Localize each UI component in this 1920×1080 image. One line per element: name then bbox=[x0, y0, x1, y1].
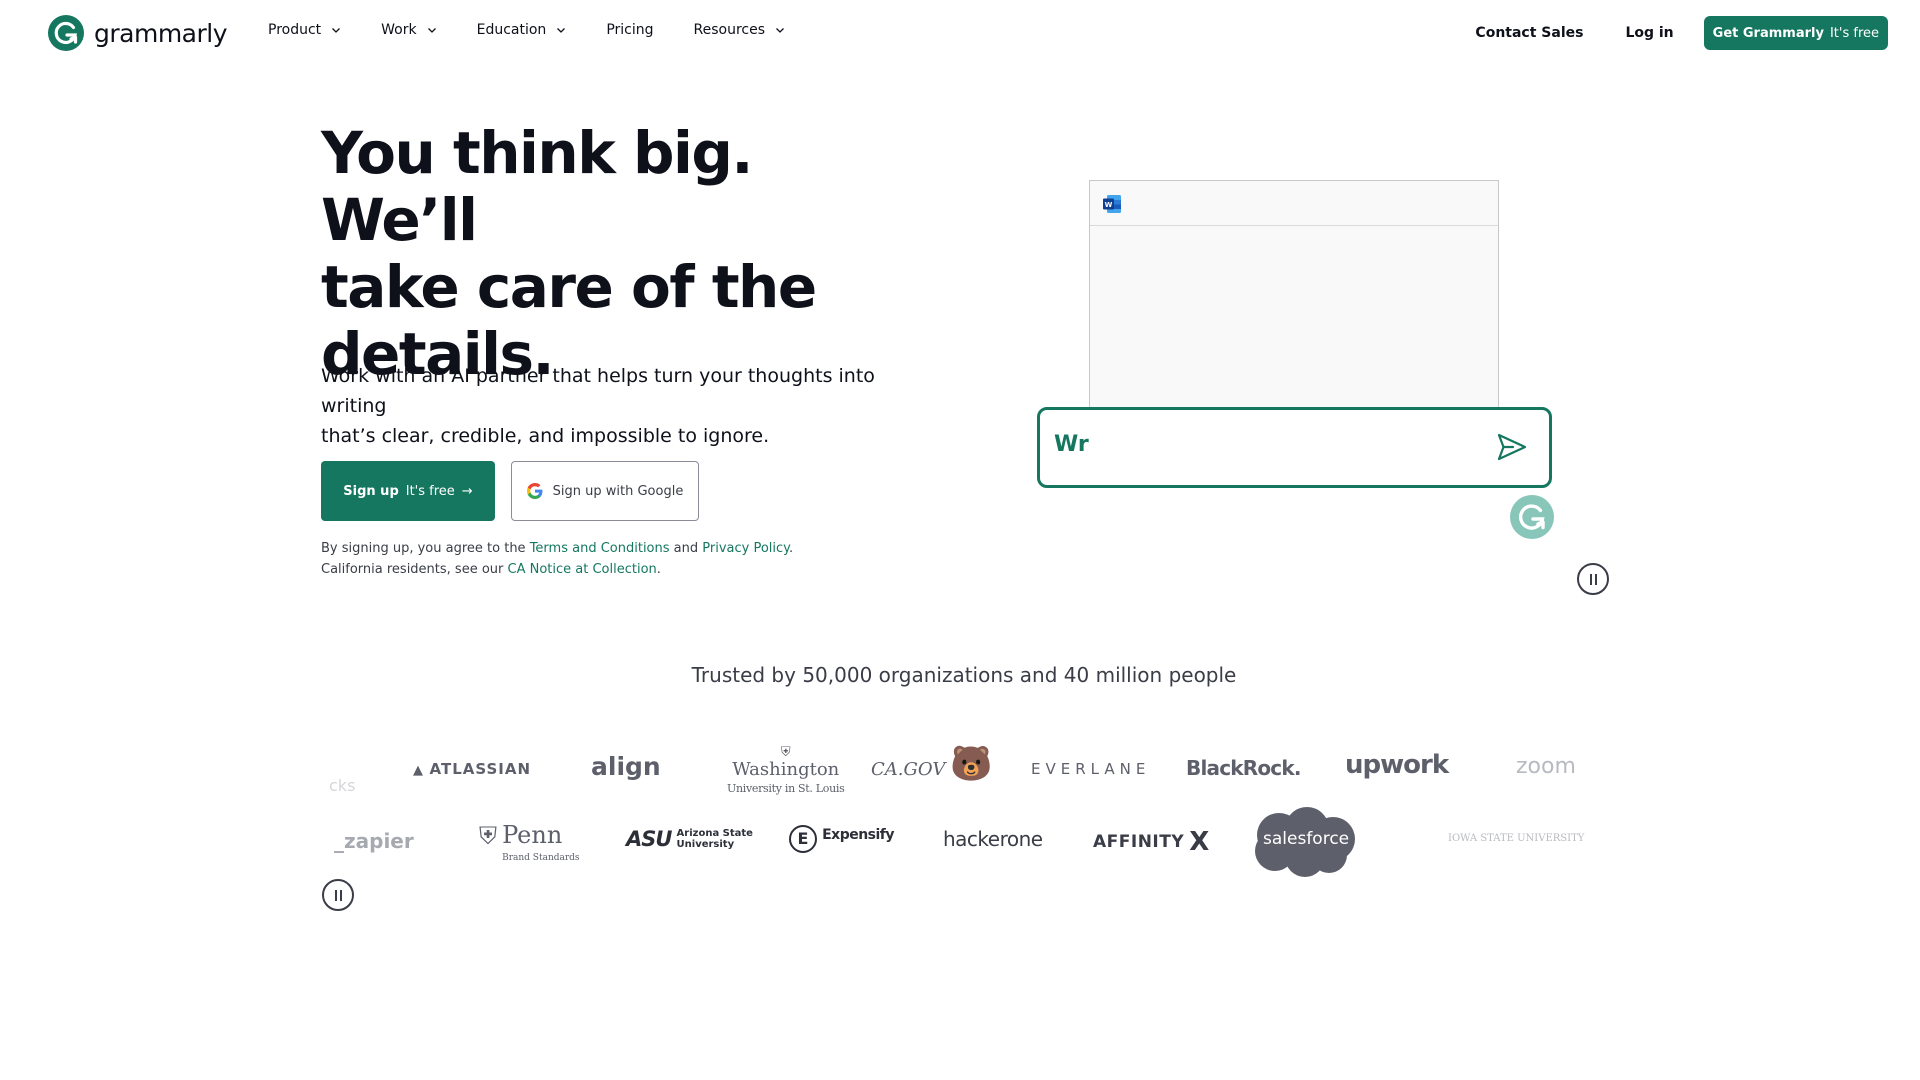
asu-sub-2: University bbox=[676, 839, 735, 850]
logo-zapier: _zapier bbox=[334, 829, 414, 853]
nav-education-label: Education bbox=[476, 22, 547, 38]
chevron-down-icon bbox=[332, 28, 341, 33]
ca-prefix: California residents, see our bbox=[321, 562, 504, 577]
washington-crest-icon: ⛨ bbox=[780, 745, 791, 760]
hero-title: You think big. We’ll take care of the de… bbox=[321, 120, 921, 388]
svg-text:W: W bbox=[1105, 201, 1113, 209]
hero-title-line-2: take care of the bbox=[321, 253, 817, 321]
logo-asu: ASU Arizona State University bbox=[626, 827, 753, 851]
grammarly-logo[interactable]: grammarly bbox=[48, 15, 228, 51]
send-icon[interactable] bbox=[1495, 430, 1529, 464]
washington-text: Washington bbox=[732, 759, 840, 780]
signup-button[interactable]: Sign up It's free → bbox=[321, 461, 495, 521]
prompt-typed-text: Wr bbox=[1054, 432, 1089, 457]
nav-resources-label: Resources bbox=[693, 22, 766, 38]
get-grammarly-label: Get Grammarly bbox=[1712, 25, 1824, 41]
ca-notice-link[interactable]: CA Notice at Collection bbox=[508, 562, 657, 577]
washington-sub-text: University in St. Louis bbox=[727, 782, 845, 795]
cagov-text: CA.GOV bbox=[871, 759, 946, 780]
signup-free-label: It's free bbox=[405, 483, 455, 499]
legal-notice: By signing up, you agree to the Terms an… bbox=[321, 538, 793, 580]
salesforce-text: salesforce bbox=[1263, 829, 1350, 849]
logo-zoom: zoom bbox=[1516, 754, 1576, 779]
contact-sales-link[interactable]: Contact Sales bbox=[1475, 25, 1583, 41]
legal-period: . bbox=[789, 541, 794, 556]
grammarly-g-icon bbox=[1518, 504, 1545, 530]
logo-align: align bbox=[591, 752, 661, 781]
logo-atlassian: ▲ ATLASSIAN bbox=[413, 760, 531, 778]
logo-hackerone: hackerone bbox=[943, 827, 1043, 851]
signup-label: Sign up bbox=[343, 483, 399, 499]
grammarly-g-icon bbox=[48, 15, 84, 51]
chevron-down-icon bbox=[776, 28, 784, 33]
penn-name: Penn bbox=[502, 821, 563, 849]
brand-name: grammarly bbox=[94, 18, 228, 48]
chevron-down-icon bbox=[557, 28, 566, 33]
get-grammarly-button[interactable]: Get Grammarly It's free bbox=[1703, 16, 1888, 50]
affinity-x-mark: X bbox=[1189, 827, 1210, 857]
logo-penn: ⛨ Penn Brand Standards bbox=[479, 822, 580, 865]
ai-prompt-input[interactable]: Wr bbox=[1037, 407, 1552, 488]
penn-sub: Brand Standards bbox=[502, 853, 580, 863]
terms-link[interactable]: Terms and Conditions bbox=[530, 541, 670, 556]
asu-text: ASU bbox=[626, 827, 672, 851]
hero-subtitle-line-1: Work with an AI partner that helps turn … bbox=[321, 365, 875, 417]
logo-salesforce: salesforce bbox=[1249, 805, 1357, 879]
signup-google-button[interactable]: Sign up with Google bbox=[511, 461, 699, 521]
logo-blackrock: BlackRock. bbox=[1186, 756, 1301, 780]
google-icon bbox=[526, 483, 543, 499]
ca-period: . bbox=[656, 562, 661, 577]
logo-expensify: E Expensify bbox=[789, 825, 895, 853]
nav-product[interactable]: Product bbox=[268, 22, 341, 38]
logo-everlane: EVERLANE bbox=[1031, 760, 1151, 778]
affinity-text: AFFINITY bbox=[1093, 832, 1185, 852]
nav-actions: Contact Sales Log in Get Grammarly It's … bbox=[1475, 16, 1888, 50]
nav-links: Product Work Education Pricing Resources bbox=[268, 22, 825, 38]
trusted-by-headline: Trusted by 50,000 organizations and 40 m… bbox=[691, 663, 1237, 687]
legal-prefix: By signing up, you agree to the bbox=[321, 541, 526, 556]
document-toolbar: W bbox=[1090, 181, 1498, 226]
logo-cagov: CA.GOV 🐻 bbox=[871, 744, 993, 784]
atlassian-text: ATLASSIAN bbox=[429, 760, 532, 778]
arrow-right-icon: → bbox=[461, 483, 473, 499]
nav-product-label: Product bbox=[268, 22, 322, 38]
atlassian-icon: ▲ bbox=[413, 763, 430, 778]
demo-pause-button[interactable] bbox=[1577, 563, 1609, 595]
logo-upwork: upwork bbox=[1345, 750, 1449, 780]
nav-work-label: Work bbox=[381, 22, 417, 38]
word-document-window: W bbox=[1089, 180, 1499, 415]
expensify-text: Expensify bbox=[822, 827, 895, 843]
logo-iowa-state: IOWA STATE UNIVERSITY bbox=[1448, 833, 1585, 844]
grammarly-assistant-icon[interactable] bbox=[1510, 495, 1554, 539]
california-bear-icon: 🐻 bbox=[950, 744, 993, 784]
hero-subtitle: Work with an AI partner that helps turn … bbox=[321, 361, 941, 451]
customer-logos-row-2: _zapier ⛨ Penn Brand Standards ASU Arizon… bbox=[321, 805, 1585, 885]
penn-shield-icon: ⛨ bbox=[479, 822, 497, 850]
legal-and: and bbox=[673, 541, 699, 556]
login-link[interactable]: Log in bbox=[1625, 25, 1673, 41]
microsoft-word-icon: W bbox=[1103, 195, 1121, 213]
expensify-icon: E bbox=[789, 825, 817, 853]
chevron-down-icon bbox=[427, 28, 436, 33]
privacy-link[interactable]: Privacy Policy bbox=[702, 541, 789, 556]
nav-pricing[interactable]: Pricing bbox=[606, 22, 653, 38]
its-free-label: It's free bbox=[1829, 25, 1879, 41]
asu-sub-1: Arizona State bbox=[676, 828, 753, 839]
google-button-label: Sign up with Google bbox=[552, 483, 684, 499]
nav-education[interactable]: Education bbox=[477, 22, 567, 38]
nav-work[interactable]: Work bbox=[381, 22, 436, 38]
top-nav: grammarly Product Work Education Pricing… bbox=[0, 0, 1920, 66]
logos-pause-button[interactable] bbox=[322, 879, 354, 911]
logo-washington-university: ⛨ Washington University in St. Louis bbox=[727, 742, 845, 797]
nav-pricing-label: Pricing bbox=[606, 22, 654, 38]
asu-sub-text: Arizona State University bbox=[677, 828, 753, 850]
penn-text: Penn Brand Standards bbox=[502, 822, 579, 865]
hero-subtitle-line-2: that’s clear, credible, and impossible t… bbox=[321, 425, 770, 447]
nav-resources[interactable]: Resources bbox=[694, 22, 786, 38]
hero-title-line-1: You think big. We’ll bbox=[321, 119, 753, 254]
logo-partial: cks bbox=[329, 776, 356, 795]
logo-affinity-x: AFFINITY X bbox=[1093, 827, 1209, 857]
